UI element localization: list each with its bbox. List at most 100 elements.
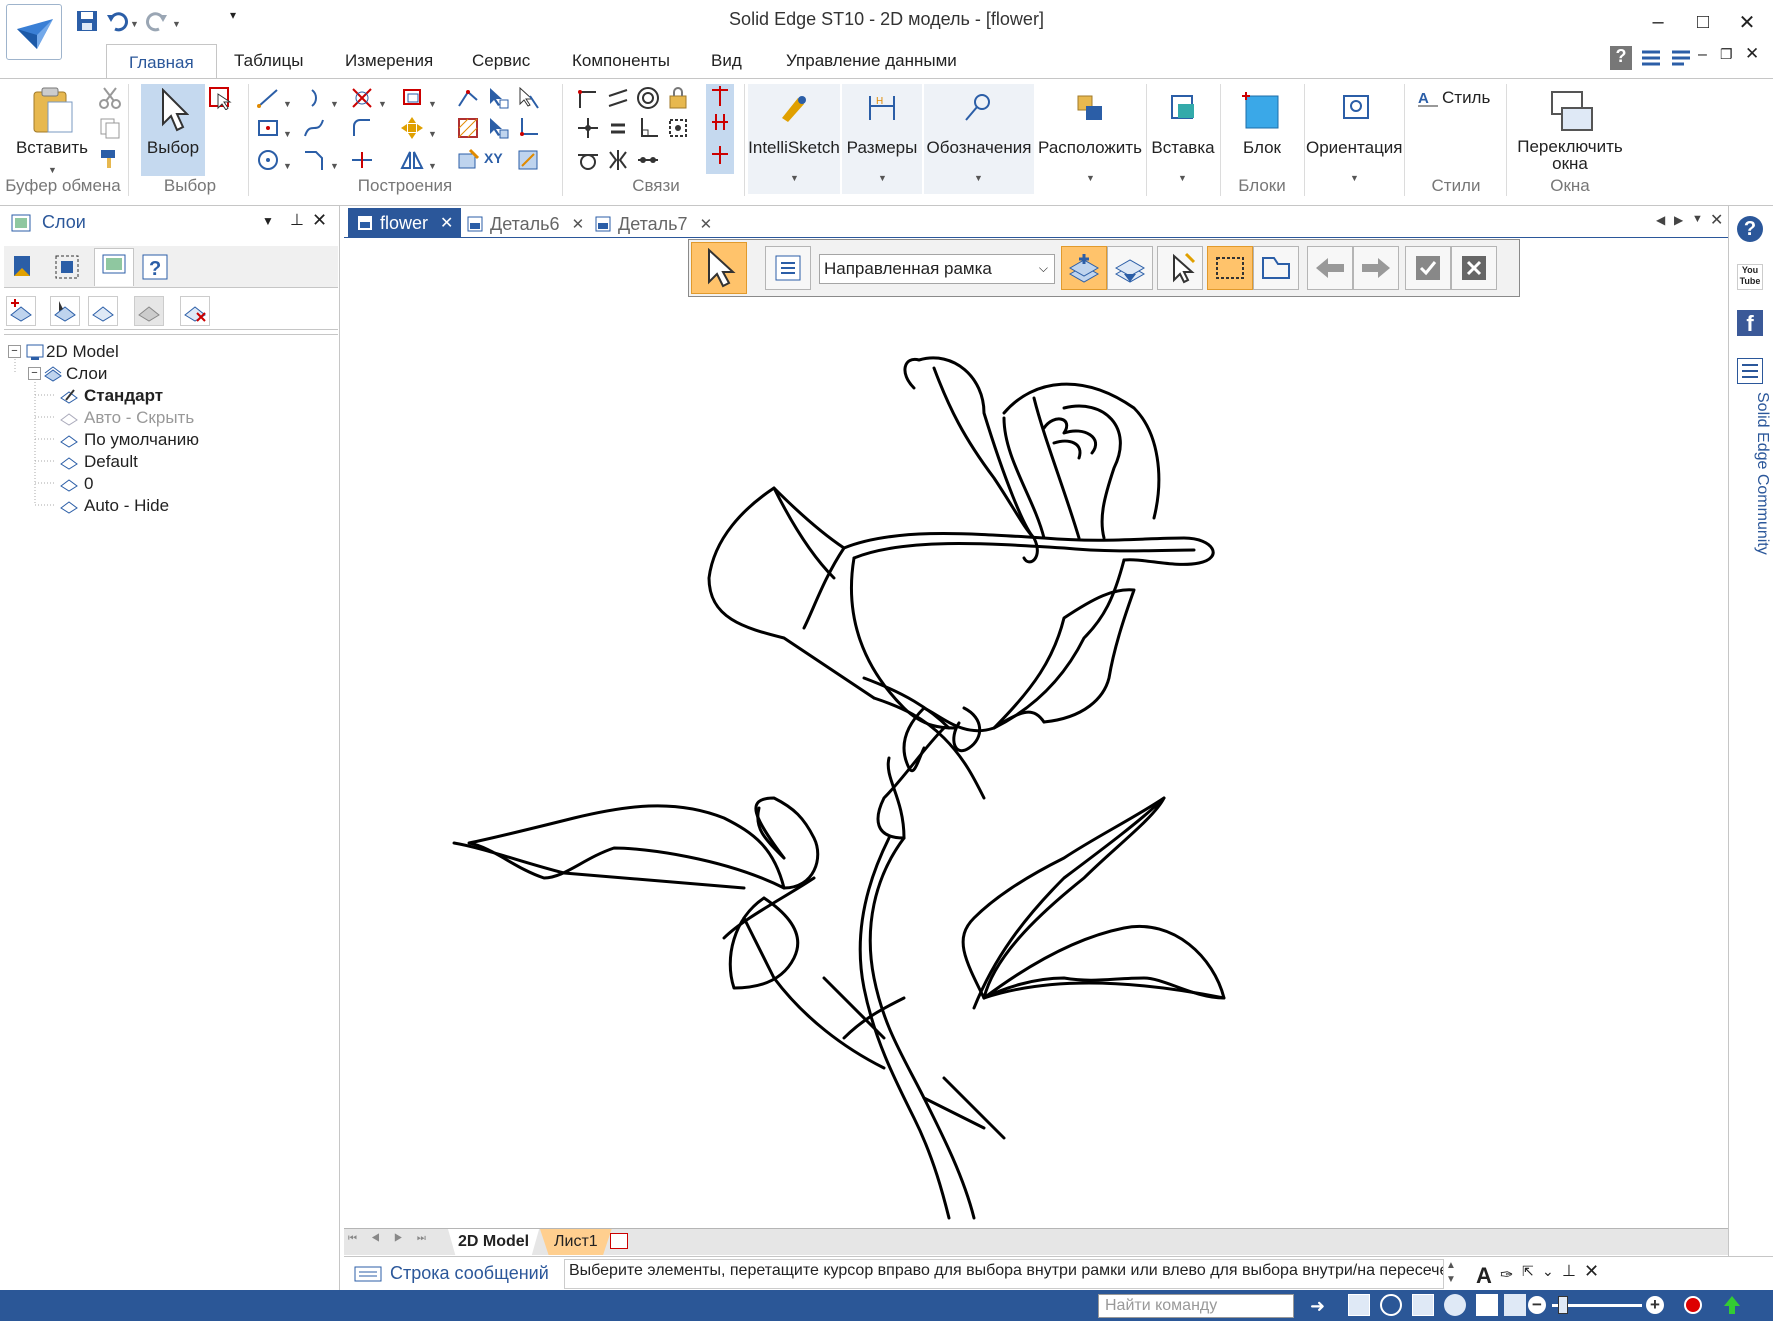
help-icon[interactable]: ? [1737,216,1763,242]
project-to-sketch-icon[interactable] [456,86,480,110]
previous-button[interactable] [1307,246,1353,290]
fill-icon[interactable] [456,116,480,140]
doc-tab-close-icon[interactable]: ✕ [572,215,585,233]
accept-button[interactable] [1405,246,1451,290]
collinear-icon[interactable] [636,148,660,172]
tab-scroll-left-icon[interactable]: ◀ [1656,213,1665,227]
show-layer-icon[interactable] [88,296,118,326]
make-active-layer-icon[interactable] [50,296,80,326]
tab-service[interactable]: Сервис [450,44,552,78]
arc-dropdown-icon[interactable]: ▼ [330,92,339,112]
insert-button[interactable]: Вставка ▼ [1148,84,1218,194]
cut-icon[interactable] [98,86,122,110]
expand-icon[interactable]: ⇱ [1522,1263,1534,1280]
zoom-area-icon[interactable] [1348,1294,1370,1316]
tab-layers-icon[interactable] [94,248,134,286]
arc-icon[interactable] [302,86,326,110]
collapse-icon[interactable]: − [8,345,21,358]
point-icon[interactable] [486,116,510,140]
split-icon[interactable] [350,148,374,172]
tab-tables[interactable]: Таблицы [212,44,325,78]
circle-icon[interactable] [256,148,280,172]
maximize-button[interactable]: □ [1684,8,1722,36]
equal-icon[interactable] [606,116,630,140]
sheet-view-icon[interactable] [1476,1294,1498,1316]
layer-item-default-ru[interactable]: По умолчанию [4,429,334,451]
format-painter-icon[interactable] [98,146,122,170]
paste-button[interactable]: Вставить ▼ [10,84,94,176]
tangent-icon[interactable] [576,148,600,172]
doc-tab-flower[interactable]: flower ✕ [348,208,462,238]
layer-item-zero[interactable]: 0 [4,473,334,495]
quick-pick-icon[interactable] [208,86,232,111]
tab-pathfinder-icon[interactable] [8,252,38,282]
annotations-button[interactable]: Обозначения ▼ [924,84,1034,194]
community-icon[interactable] [1737,358,1763,384]
curve-icon[interactable] [302,116,326,140]
fillet-icon[interactable] [350,116,374,140]
line-dropdown-icon[interactable]: ▼ [283,92,292,112]
layer-item-standard[interactable]: Стандарт [4,385,334,407]
circle-dropdown-icon[interactable]: ▼ [283,154,292,174]
orientation-button[interactable]: Ориентация ▼ [1306,84,1403,194]
relationship-handles-icon[interactable] [706,84,734,174]
arrange-button[interactable]: Расположить ▼ [1036,84,1144,194]
trim-corner-icon[interactable] [516,116,540,140]
message-scroll-icon[interactable]: ▲ ▼ [1446,1259,1462,1289]
horizontal-vertical-icon[interactable] [576,116,600,140]
layer-item-auto-hide-ru[interactable]: Авто - Скрыть [4,407,334,429]
run-command-icon[interactable]: ➜ [1310,1296,1325,1317]
doc-tab-close-icon[interactable]: ✕ [440,213,453,233]
help-icon[interactable]: ? [1610,46,1632,70]
selection-mode-select[interactable]: Направленная рамка ⌵ [819,254,1055,284]
close-button[interactable]: ✕ [1728,8,1766,36]
fit-icon[interactable] [1412,1294,1434,1316]
cancel-button[interactable] [1451,246,1497,290]
offset-icon[interactable] [400,86,424,110]
mirror-dropdown-icon[interactable]: ▼ [428,154,437,174]
layer-item-auto-hide[interactable]: Auto - Hide [4,495,334,517]
minimize-button[interactable]: – [1639,8,1677,36]
rectangle-icon[interactable] [256,116,280,140]
upload-icon[interactable] [1722,1294,1742,1316]
doc-close-button[interactable]: ✕ [1745,44,1759,64]
tab-components[interactable]: Компоненты [550,44,692,78]
pin-icon[interactable]: ⊥ [1562,1261,1576,1281]
intellisketch-button[interactable]: IntelliSketch ▼ [748,84,840,194]
select-filter-button[interactable] [1157,246,1203,290]
overlap-fence-button[interactable] [1253,246,1299,290]
connect-icon[interactable] [576,86,600,110]
sheet-tab-sheet1[interactable]: Лист1 [540,1229,612,1255]
switch-windows-button[interactable]: Переключить окна [1510,84,1630,174]
chamfer-dropdown-icon[interactable]: ▼ [330,154,339,174]
offset-dropdown-icon[interactable]: ▼ [428,92,437,112]
move-icon[interactable] [400,116,424,140]
lock-icon[interactable] [666,86,690,110]
next-button[interactable] [1353,246,1399,290]
sheet-nav-icons[interactable]: ⏮◀▶⏭ [348,1233,440,1244]
doc-tab-detail6[interactable]: Деталь6 ✕ [466,210,584,238]
extend-icon[interactable] [516,86,540,110]
delete-layer-icon[interactable] [180,296,210,326]
tab-home[interactable]: Главная [106,44,217,80]
zoom-in-icon[interactable]: + [1646,1296,1664,1314]
dimensions-button[interactable]: H Размеры ▼ [842,84,922,194]
symmetric-icon[interactable] [606,148,630,172]
chamfer-icon[interactable] [302,148,326,172]
trim-dropdown-icon[interactable]: ▼ [378,92,387,112]
tab-data-management[interactable]: Управление данными [764,44,979,78]
doc-minimize-button[interactable]: – [1698,46,1707,64]
zoom-out-icon[interactable]: − [1528,1296,1546,1314]
view-options-icon[interactable] [1504,1294,1526,1316]
ribbon-options-icon[interactable] [1640,48,1662,73]
font-size-icon[interactable]: A [1476,1263,1492,1289]
youtube-icon[interactable]: You Tube [1737,264,1763,290]
new-sheet-icon[interactable] [610,1233,628,1249]
rectangle-dropdown-icon[interactable]: ▼ [283,122,292,142]
tab-view[interactable]: Вид [689,44,764,78]
intersection-point-icon[interactable] [486,86,510,110]
select-button[interactable]: Выбор [141,84,205,176]
tab-help-icon[interactable]: ? [140,252,170,282]
doc-tab-detail7[interactable]: Деталь7 ✕ [594,210,712,238]
message-close-button[interactable]: ✕ [1584,1261,1599,1282]
